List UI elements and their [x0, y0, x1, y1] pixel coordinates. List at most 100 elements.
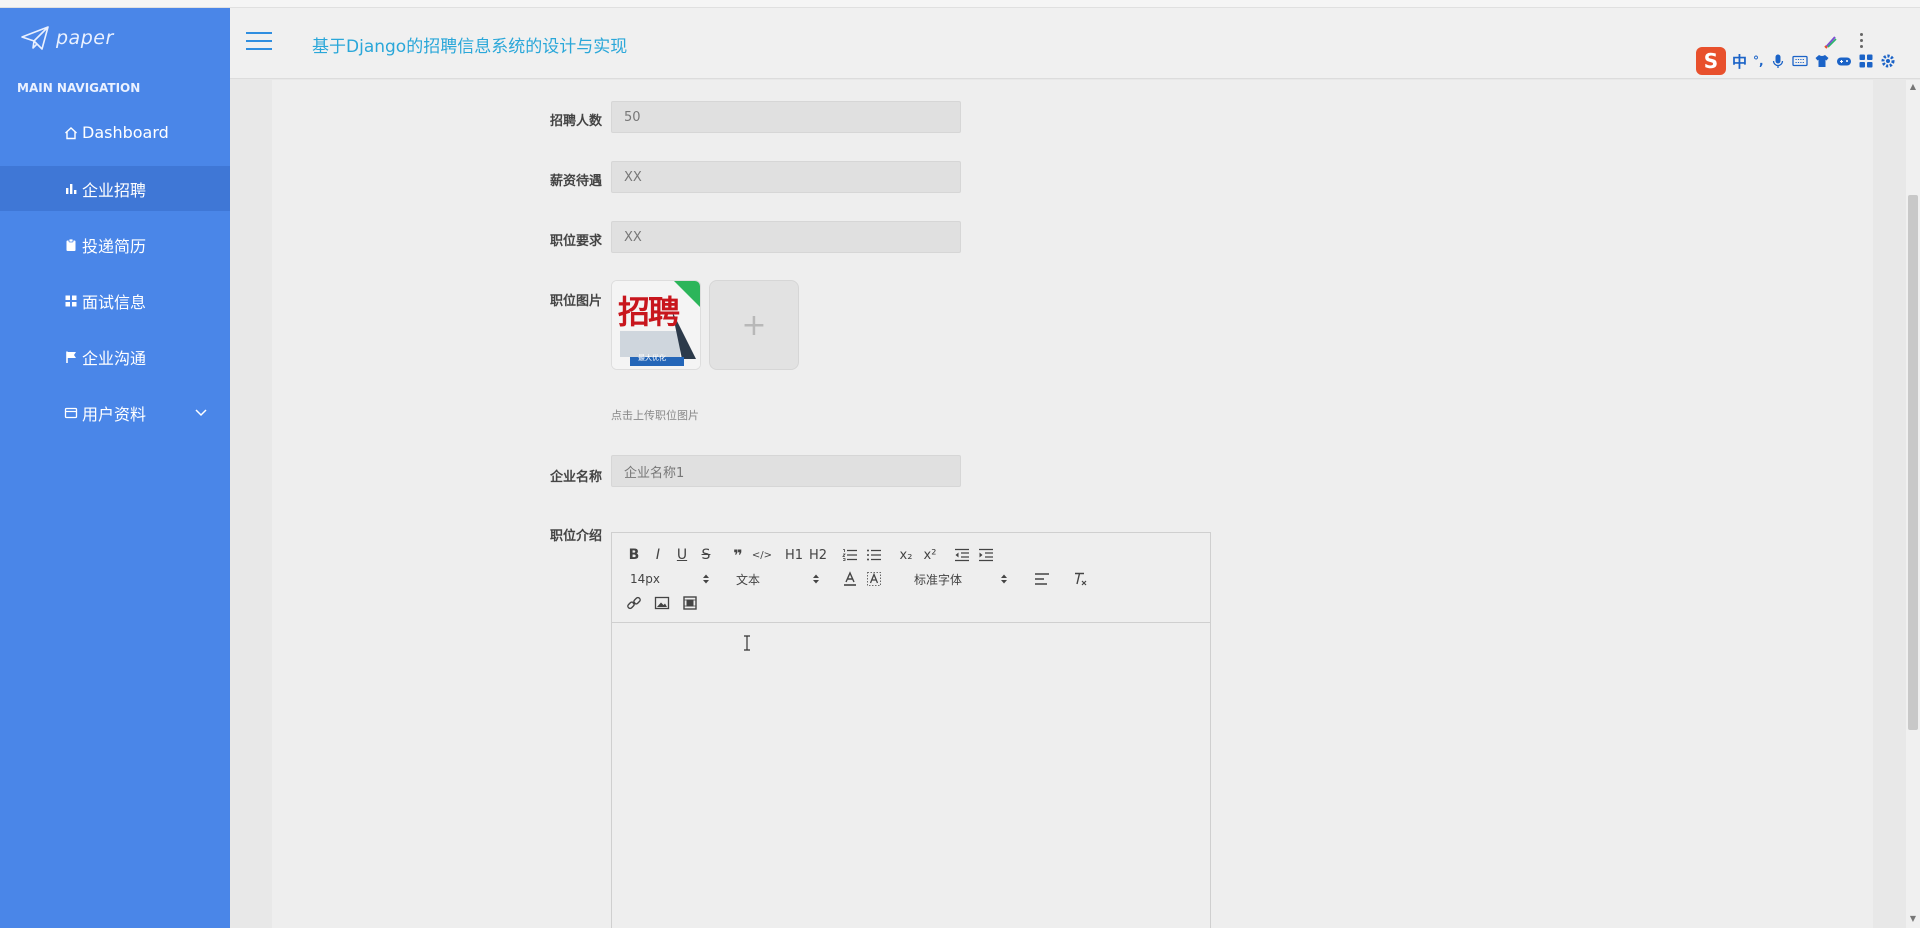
ime-mode[interactable]: 中 [1732, 51, 1747, 72]
font-size-select[interactable]: 14px [622, 572, 710, 586]
upload-hint: 点击上传职位图片 [611, 409, 699, 422]
window-top-strip [0, 0, 1920, 8]
grid-icon [64, 294, 78, 308]
editor-toolbar: B I U S ❞ </> H1 H2 x₂ x² 14px 文本 标准字体 [612, 533, 1210, 623]
paper-plane-icon [21, 26, 49, 50]
font-family-select[interactable]: 标准字体 [914, 571, 1008, 588]
sidebar-item-label: 投递简历 [82, 236, 147, 256]
heading-select[interactable]: 文本 [736, 571, 820, 588]
image-label: 职位图片 [549, 294, 602, 309]
home-icon [64, 126, 78, 140]
font-size-value: 14px [630, 572, 660, 586]
sidebar-item-interview[interactable]: 面试信息 [0, 278, 230, 323]
select-arrows-icon [813, 574, 819, 584]
headcount-label: 招聘人数 [549, 114, 602, 129]
sidebar-item-dashboard[interactable]: Dashboard [0, 110, 230, 155]
top-header: 基于Django的招聘信息系统的设计与实现 [230, 8, 1920, 79]
settings-icon[interactable] [1880, 53, 1896, 69]
menu-toggle-icon[interactable] [246, 32, 272, 52]
bold-button[interactable]: B [622, 545, 646, 565]
company-input[interactable] [611, 455, 961, 487]
text-color-button[interactable] [838, 569, 862, 589]
heading-select-value: 文本 [736, 572, 761, 587]
clipboard-icon [64, 238, 78, 252]
page-title: 基于Django的招聘信息系统的设计与实现 [312, 37, 628, 57]
upload-image-button[interactable]: + [709, 280, 799, 370]
poster-title: 招聘 [618, 293, 680, 331]
editor-content-area[interactable] [612, 623, 1210, 928]
sidebar-item-label: 企业沟通 [82, 348, 147, 368]
ime-punct[interactable]: °, [1753, 54, 1764, 68]
sidebar-item-label: 面试信息 [82, 292, 147, 312]
text-cursor-icon [744, 635, 750, 651]
shirt-icon[interactable] [1814, 53, 1830, 69]
sidebar-item-resume[interactable]: 投递简历 [0, 222, 230, 267]
company-label: 企业名称 [549, 470, 602, 485]
sidebar: paper MAIN NAVIGATION Dashboard 企业招聘 投递简… [0, 8, 264, 928]
indent-button[interactable] [974, 545, 998, 565]
heading1-button[interactable]: H1 [782, 545, 806, 565]
chevron-down-icon[interactable] [194, 405, 208, 419]
intro-label: 职位介绍 [549, 529, 602, 544]
requirements-input[interactable] [611, 221, 961, 253]
sidebar-item-label: Dashboard [82, 123, 169, 142]
image-icon [654, 596, 670, 610]
background-color-icon [867, 572, 881, 586]
brand-name: paper [56, 27, 114, 49]
clear-format-button[interactable] [1068, 569, 1092, 589]
salary-label: 薪资待遇 [549, 174, 602, 189]
strikethrough-button[interactable]: S [694, 545, 718, 565]
ime-toolbar: S 中 °, [1694, 46, 1920, 76]
select-arrows-icon [1001, 574, 1007, 584]
nav-heading: MAIN NAVIGATION [17, 81, 141, 95]
select-arrows-icon [703, 574, 709, 584]
code-block-button[interactable]: </> [750, 545, 774, 565]
keyboard-icon[interactable] [1791, 53, 1808, 69]
sidebar-item-label: 企业招聘 [82, 180, 147, 200]
poster-footer: 最大优化 [638, 354, 666, 362]
clear-format-icon [1075, 572, 1087, 586]
subscript-button[interactable]: x₂ [894, 545, 918, 565]
background-color-button[interactable] [862, 569, 886, 589]
sidebar-item-profile[interactable]: 用户资料 [0, 390, 230, 435]
bar-chart-icon [64, 182, 78, 196]
ordered-list-icon [842, 549, 857, 561]
text-color-icon [844, 571, 856, 586]
font-family-value: 标准字体 [914, 572, 963, 587]
microphone-icon[interactable] [1770, 53, 1786, 69]
headcount-input[interactable] [611, 101, 961, 133]
rich-text-editor: B I U S ❞ </> H1 H2 x₂ x² 14px 文本 标准字体 [611, 532, 1211, 928]
outdent-icon [955, 548, 969, 562]
ime-logo-icon[interactable]: S [1696, 47, 1726, 75]
superscript-button[interactable]: x² [918, 545, 942, 565]
sidebar-item-communication[interactable]: 企业沟通 [0, 334, 230, 379]
image-button[interactable] [650, 593, 674, 613]
italic-button[interactable]: I [646, 545, 670, 565]
underline-button[interactable]: U [670, 545, 694, 565]
scroll-up-icon[interactable]: ▲ [1908, 82, 1918, 92]
bullet-list-button[interactable] [862, 545, 886, 565]
outdent-button[interactable] [950, 545, 974, 565]
link-button[interactable] [622, 593, 646, 613]
heading2-button[interactable]: H2 [806, 545, 830, 565]
gamepad-icon[interactable] [1836, 53, 1852, 69]
sidebar-item-recruitment[interactable]: 企业招聘 [0, 166, 264, 211]
flag-icon [64, 350, 78, 364]
page-scrollbar-thumb[interactable] [1908, 195, 1918, 730]
sidebar-item-label: 用户资料 [82, 404, 147, 424]
bullet-list-icon [867, 549, 881, 561]
align-left-icon [1035, 573, 1049, 585]
blockquote-button[interactable]: ❞ [726, 545, 750, 565]
scroll-down-icon[interactable]: ▼ [1908, 914, 1918, 924]
toolbox-icon[interactable] [1858, 53, 1874, 69]
ordered-list-button[interactable] [838, 545, 862, 565]
salary-input[interactable] [611, 161, 961, 193]
plus-icon: + [741, 307, 767, 343]
brand[interactable]: paper [0, 8, 230, 68]
link-icon [627, 596, 641, 610]
video-icon [683, 596, 697, 610]
profile-icon [64, 406, 78, 420]
align-button[interactable] [1030, 569, 1054, 589]
requirements-label: 职位要求 [549, 234, 602, 249]
video-button[interactable] [678, 593, 702, 613]
